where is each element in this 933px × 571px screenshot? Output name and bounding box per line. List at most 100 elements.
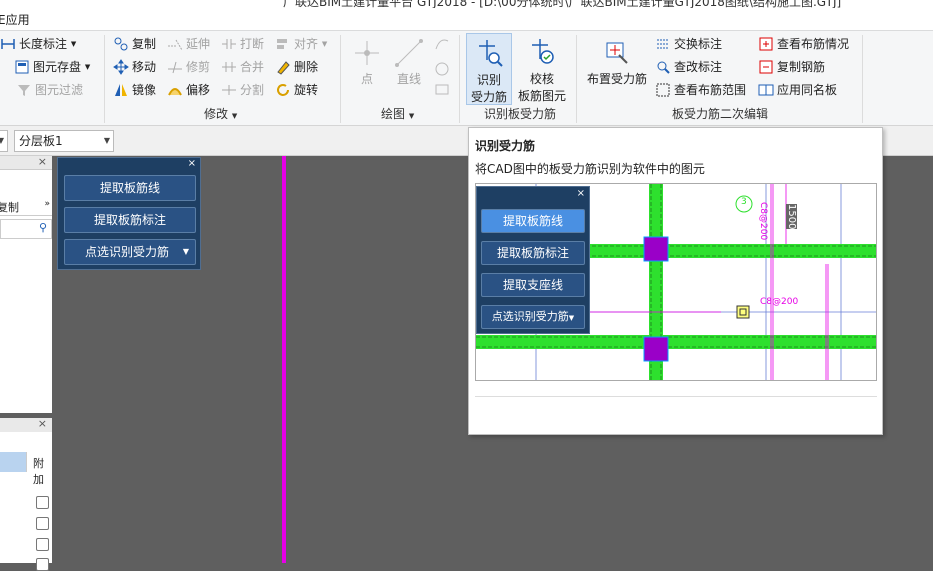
save-element-icon <box>14 59 30 75</box>
apply-same-name-button[interactable]: 应用同名板 <box>758 80 837 100</box>
close-icon[interactable]: × <box>38 155 47 168</box>
copy-rebar-icon <box>758 59 774 75</box>
recognize-rebar-button[interactable]: 识别 受力筋 <box>466 33 512 105</box>
preview-extract-dimension-button: 提取板筋标注 <box>481 241 585 265</box>
mirror-button[interactable]: 镜像 <box>113 80 156 100</box>
swap-dimension-button[interactable]: 交换标注 <box>655 34 722 54</box>
length-dimension-icon <box>0 36 16 52</box>
copy-rebar-button[interactable]: 复制钢筋 <box>758 57 825 77</box>
selected-column <box>0 452 26 472</box>
split-icon <box>221 82 237 98</box>
ribbon-tab-bar: E应用 <box>0 8 933 30</box>
copy-icon <box>113 36 129 52</box>
align-button[interactable]: 对齐 ▼ <box>275 34 327 54</box>
divider <box>475 396 877 397</box>
cad-preview-image: 3 1500 C8@200 C8@200 × 提取板筋线 提取板筋标注 提取支座… <box>475 183 877 381</box>
filter-icon <box>16 82 32 98</box>
preview-extract-line-button: 提取板筋线 <box>481 209 585 233</box>
cad-dim-1500: 1500 <box>786 204 797 230</box>
preview-extract-support-button: 提取支座线 <box>481 273 585 297</box>
checkbox[interactable] <box>36 538 49 551</box>
copy-row[interactable]: 复制» <box>0 196 52 216</box>
separator <box>340 35 341 123</box>
column-header-add: 附加 <box>26 452 52 486</box>
modify-group-label[interactable]: 修改 ▼ <box>204 105 237 122</box>
extend-button[interactable]: 延伸 <box>167 34 210 54</box>
cad-dim-label-v1: C8@200 <box>758 202 768 241</box>
place-rebar-button[interactable]: 布置受力筋 <box>584 33 650 88</box>
offset-icon <box>167 82 183 98</box>
delete-button[interactable]: 删除 <box>275 57 318 77</box>
window-title: 广联达BIM土建计量平台 GTJ2018 - [D:\00分体统时\广联达BIM… <box>283 0 842 8</box>
close-icon[interactable]: × <box>38 417 47 430</box>
align-icon <box>275 36 291 52</box>
chevron-down-icon: ▼ <box>182 247 189 256</box>
view-rebar-info-button[interactable]: 查看布筋情况 <box>758 34 849 54</box>
separator <box>576 35 577 123</box>
view-range-icon <box>655 82 671 98</box>
rotate-button[interactable]: 旋转 <box>275 80 318 100</box>
verify-rebar-button[interactable]: 校核 板筋图元 <box>515 33 569 105</box>
separator <box>459 35 460 123</box>
extract-rebar-dimension-button[interactable]: 提取板筋标注 <box>64 207 196 233</box>
save-element-button[interactable]: 图元存盘 ▼ <box>14 57 90 77</box>
tab-application[interactable]: E应用 <box>0 11 30 28</box>
extract-rebar-line-button[interactable]: 提取板筋线 <box>64 175 196 201</box>
point-button[interactable]: 点 <box>350 33 384 88</box>
ribbon: 长度标注 ▼ 图元存盘 ▼ 图元过滤 复制 移动 镜像 延伸 修剪 偏移 打断 … <box>0 30 933 126</box>
checkbox[interactable] <box>36 517 49 530</box>
title-bar: 广联达BIM土建计量平台 GTJ2018 - [D:\00分体统时\广联达BIM… <box>0 0 933 8</box>
break-icon <box>221 36 237 52</box>
filter-element-button[interactable]: 图元过滤 <box>16 80 83 100</box>
edit2-group-label: 板受力筋二次编辑 <box>672 107 769 121</box>
separator <box>862 35 863 123</box>
rotate-icon <box>275 82 291 98</box>
cad-circle-number: 3 <box>741 197 747 207</box>
mirror-icon <box>113 82 129 98</box>
preview-point-recognize-button: 点选识别受力筋▼ <box>481 305 585 329</box>
tooltip-description: 将CAD图中的板受力筋识别为软件中的图元 <box>475 162 705 176</box>
merge-button[interactable]: 合并 <box>221 57 264 77</box>
cad-axis-line <box>282 156 286 563</box>
verify-rebar-icon <box>526 37 558 69</box>
offset-button[interactable]: 偏移 <box>167 80 210 100</box>
check-change-dimension-button[interactable]: 查改标注 <box>655 57 722 77</box>
eraser-icon <box>275 59 291 75</box>
merge-icon <box>221 59 237 75</box>
separator <box>104 35 105 123</box>
break-button[interactable]: 打断 <box>221 34 264 54</box>
layer-type-combo[interactable]: ▼ <box>0 130 8 152</box>
search-input[interactable]: ⚲ <box>0 219 52 239</box>
left-panel-bottom: × 附加 <box>0 417 52 571</box>
copy-button[interactable]: 复制 <box>113 34 156 54</box>
line-button[interactable]: 直线 <box>392 33 426 88</box>
left-panel-top: × 复制» ⚲ <box>0 155 52 413</box>
recognize-rebar-icon <box>473 38 505 70</box>
view-rebar-range-button[interactable]: 查看布筋范围 <box>655 80 746 100</box>
view-info-icon <box>758 36 774 52</box>
split-button[interactable]: 分割 <box>221 80 264 100</box>
apply-same-icon <box>758 82 774 98</box>
check-dimension-icon <box>655 59 671 75</box>
trim-icon <box>167 59 183 75</box>
layer-combo[interactable]: 分层板1 ▼ <box>14 130 114 152</box>
preview-floating-panel: × 提取板筋线 提取板筋标注 提取支座线 点选识别受力筋▼ <box>476 186 590 334</box>
point-recognize-button[interactable]: 点选识别受力筋 ▼ <box>64 239 196 265</box>
chevron-down-icon: ▼ <box>103 136 110 145</box>
trim-button[interactable]: 修剪 <box>167 57 210 77</box>
more-icon: » <box>44 199 50 209</box>
close-icon[interactable]: × <box>188 158 196 169</box>
move-button[interactable]: 移动 <box>113 57 156 77</box>
tooltip-title: 识别受力筋 <box>475 139 536 153</box>
cad-dim-label-h: C8@200 <box>760 297 799 307</box>
line-icon <box>393 37 425 69</box>
search-icon: ⚲ <box>38 221 47 234</box>
move-icon <box>113 59 129 75</box>
draw-group-label[interactable]: 绘图 ▼ <box>381 105 414 122</box>
extend-icon <box>167 36 183 52</box>
checkbox[interactable] <box>36 496 49 509</box>
checkbox[interactable] <box>36 558 49 571</box>
point-icon <box>351 37 383 69</box>
panel-header: × <box>0 155 52 170</box>
length-dimension-button[interactable]: 长度标注 ▼ <box>0 34 76 54</box>
